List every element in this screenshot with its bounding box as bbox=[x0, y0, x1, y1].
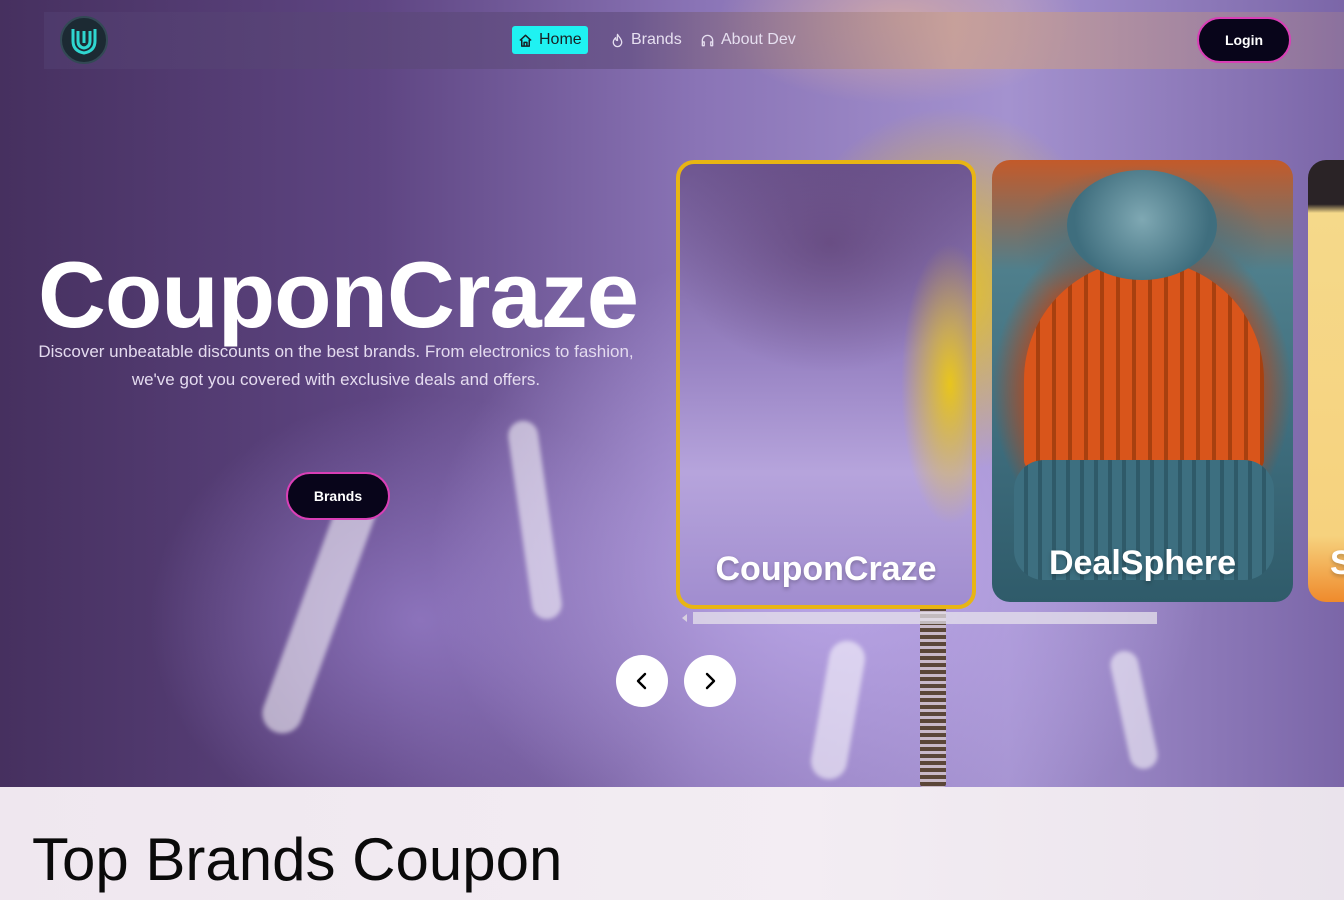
site-logo[interactable] bbox=[60, 16, 108, 64]
brand-card-label: S bbox=[1330, 544, 1344, 582]
chevron-left-icon bbox=[636, 672, 647, 690]
nav-about-label: About Dev bbox=[721, 31, 796, 48]
jacket-highlight bbox=[1107, 648, 1161, 772]
logo-icon bbox=[71, 29, 97, 55]
nav-home-label: Home bbox=[539, 31, 582, 48]
home-icon bbox=[519, 34, 532, 47]
beanie-image bbox=[1024, 260, 1264, 470]
hero-description: Discover unbeatable discounts on the bes… bbox=[38, 342, 634, 389]
jacket-highlight bbox=[808, 637, 868, 783]
hero-title: CouponCraze bbox=[38, 242, 639, 347]
carousel-prev-button[interactable] bbox=[616, 655, 668, 707]
nav-brands-label: Brands bbox=[631, 31, 682, 48]
scroll-left-arrow-icon[interactable] bbox=[682, 614, 687, 622]
nav-brands-link[interactable]: Brands bbox=[604, 26, 688, 54]
nav-home-link[interactable]: Home bbox=[512, 26, 588, 54]
top-brands-section: Top Brands Coupon bbox=[0, 787, 1344, 900]
brand-card-label: CouponCraze bbox=[715, 550, 937, 588]
section-title: Top Brands Coupon bbox=[32, 826, 563, 893]
scrollbar-track[interactable] bbox=[693, 612, 1157, 624]
brand-card-label: DealSphere bbox=[1048, 544, 1237, 582]
login-button[interactable]: Login bbox=[1197, 17, 1291, 63]
jacket-highlight bbox=[506, 418, 564, 622]
nav-about-link[interactable]: About Dev bbox=[694, 26, 802, 54]
carousel-next-button[interactable] bbox=[684, 655, 736, 707]
jacket-zipper bbox=[920, 600, 946, 787]
chevron-right-icon bbox=[705, 672, 716, 690]
brand-card-dealsphere[interactable]: DealSphere bbox=[992, 160, 1293, 602]
brand-card-couponcraze[interactable]: CouponCraze bbox=[676, 160, 976, 609]
flame-icon bbox=[612, 33, 623, 47]
headphones-icon bbox=[701, 34, 714, 46]
brand-card-partial[interactable]: S bbox=[1308, 160, 1344, 602]
carousel-scrollbar[interactable] bbox=[682, 612, 1160, 624]
beanie-pompom-image bbox=[1067, 170, 1217, 280]
hero-brands-button[interactable]: Brands bbox=[286, 472, 390, 520]
